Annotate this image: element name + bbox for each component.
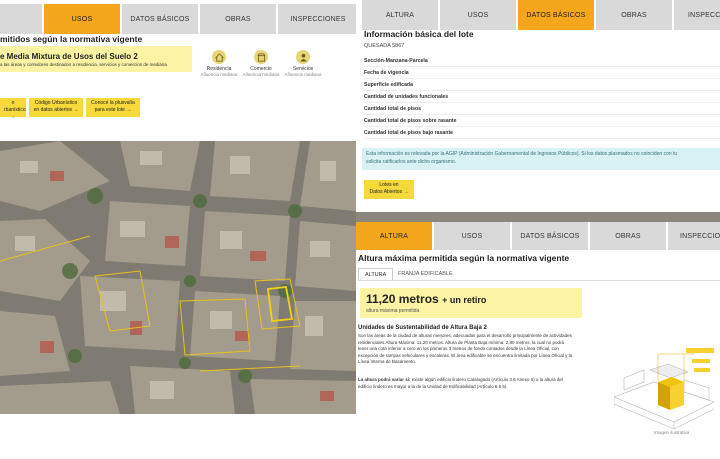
tab-inspecciones[interactable]: INSPECCIONES — [278, 4, 356, 34]
button-line: Datos Abiertos → — [369, 189, 409, 195]
lot-info-heading: Información básica del lote — [364, 29, 474, 39]
info-row-label: Fecha de vigencia — [364, 70, 409, 76]
info-row-label: Cantidad total de pisos bajo rasante — [364, 130, 454, 136]
info-row-superficie: Superficie edificada — [364, 80, 720, 91]
info-row-fecha: Fecha de vigencia — [364, 68, 720, 79]
illustration-caption: Imagen ilustrativa — [654, 430, 690, 435]
usab-line: Son las áreas de la ciudad de alturas me… — [358, 333, 572, 338]
usage-servicios: Servicios Afluencia mediana — [283, 50, 323, 77]
tab-datos-basicos[interactable]: DATOS BÁSICOS — [518, 0, 594, 30]
notice-line: solicita ratificarlos ante dicho organis… — [366, 159, 457, 165]
info-row-seccion: Sección-Manzana-Parcela — [364, 56, 720, 67]
map-strip — [356, 212, 720, 222]
info-row-pisos-bajo: Cantidad total de pisos bajo rasante — [364, 128, 720, 139]
info-row-label: Superficie edificada — [364, 82, 414, 88]
info-row-label: Cantidad de unidades funcionales — [364, 94, 449, 100]
aerial-map[interactable] — [0, 141, 356, 414]
note-line: La altura podrá variar si: existe algún … — [358, 377, 594, 384]
height-caption: altura máxima permitida — [366, 308, 420, 314]
tab-altura[interactable] — [0, 4, 42, 34]
height-heading: Altura máxima permitida según la normati… — [358, 253, 570, 263]
info-row-pisos: Cantidad total de pisos — [364, 104, 720, 115]
note-text: existe algún edificio lindero Catalogado… — [411, 377, 563, 382]
zone-box: e Media Mixtura de Usos del Suelo 2 a la… — [0, 46, 192, 72]
tab-obras[interactable]: OBRAS — [200, 4, 276, 34]
button-line: en datos abiertos → — [33, 107, 79, 113]
usab-line: Línea Interna de Basamento. — [358, 359, 417, 364]
usage-sublabel: Afluencia mediana — [200, 72, 238, 77]
tab-usos[interactable]: USOS — [434, 222, 510, 250]
button-line: Lotes en — [379, 182, 399, 188]
info-row-label: Sección-Manzana-Parcela — [364, 58, 428, 64]
info-row-unidades: Cantidad de unidades funcionales — [364, 92, 720, 103]
usab-title: Unidades de Sustentabilidad de Altura Ba… — [358, 325, 487, 331]
info-row-pisos-sobre: Cantidad total de pisos sobre rasante — [364, 116, 720, 127]
agip-notice: Esta información es relevada por la AGIP… — [362, 148, 720, 170]
left-panel: USOS DATOS BÁSICOS OBRAS INSPECCIONES mi… — [0, 0, 356, 459]
left-tabs: USOS DATOS BÁSICOS OBRAS INSPECCIONES — [0, 4, 356, 34]
height-variation-note: La altura podrá variar si: existe algún … — [358, 377, 594, 390]
building-illustration — [613, 342, 720, 432]
note-line: edificio lindero es mayor a la de la Uni… — [358, 383, 508, 389]
info-row-label: Cantidad total de pisos — [364, 106, 422, 112]
subtab-franja-edificable[interactable]: FRANJA EDIFICABLE — [392, 268, 459, 280]
tab-usos[interactable]: USOS — [440, 0, 516, 30]
height-suffix: + un retiro — [442, 295, 487, 305]
tab-obras[interactable]: OBRAS — [596, 0, 672, 30]
usab-description: Son las áreas de la ciudad de alturas me… — [358, 333, 594, 366]
usage-sublabel: Afluencia mediana — [242, 72, 280, 77]
right-top-panel: ALTURA USOS DATOS BÁSICOS OBRAS INSPECC I… — [358, 0, 720, 220]
right-bottom-panel: ALTURA USOS DATOS BÁSICOS OBRAS INSPECCI… — [356, 222, 720, 459]
usage-residencia: Residencia Afluencia mediana — [199, 50, 239, 77]
button-line: o — [11, 100, 15, 106]
usage-comercio: Comercio Afluencia mediana — [241, 50, 281, 77]
note-bold: La altura podrá variar si: — [358, 377, 411, 382]
lotes-datos-abiertos-button[interactable]: Lotes en Datos Abiertos → — [364, 180, 414, 199]
tab-altura[interactable]: ALTURA — [356, 222, 432, 250]
lot-address: QUESADA 5867 — [364, 43, 405, 49]
notice-line: Esta información es relevada por la AGIP… — [366, 151, 678, 157]
usage-sublabel: Afluencia mediana — [284, 72, 322, 77]
info-row-label: Cantidad total de pisos sobre rasante — [364, 118, 457, 124]
tab-obras[interactable]: OBRAS — [590, 222, 666, 250]
zone-title: e Media Mixtura de Usos del Suelo 2 — [0, 52, 138, 61]
aerial-map-image — [0, 141, 356, 414]
tab-datos-basicos[interactable]: DATOS BÁSICOS — [512, 222, 588, 250]
comercio-icon — [254, 50, 268, 64]
rtop-tabs: ALTURA USOS DATOS BÁSICOS OBRAS INSPECCI… — [362, 0, 720, 30]
button-line: rbanístico → — [4, 107, 26, 120]
codigo-urbanistico-button[interactable]: o rbanístico → — [0, 98, 26, 120]
button-line: para este lote → — [94, 107, 132, 113]
usab-line: tener una cota inferior a cero en los pr… — [358, 346, 559, 351]
height-box: 11,20 metros + un retiro altura máxima p… — [360, 288, 582, 318]
height-value-line: 11,20 metros + un retiro — [366, 292, 486, 306]
tab-usos[interactable]: USOS — [44, 4, 120, 34]
tab-datos-basicos[interactable]: DATOS BÁSICOS — [122, 4, 198, 34]
height-value: 11,20 metros — [366, 292, 439, 306]
residencia-icon — [212, 50, 226, 64]
button-line: Conocé la plusvalía — [91, 100, 135, 106]
plusvalia-button[interactable]: Conocé la plusvalía para este lote → — [86, 98, 140, 117]
datos-abiertos-button[interactable]: Código Urbanístico en datos abiertos → — [29, 98, 83, 117]
button-line: Código Urbanístico — [34, 100, 78, 106]
rbot-tabs: ALTURA USOS DATOS BÁSICOS OBRAS INSPECCI… — [356, 222, 720, 250]
tab-inspecciones[interactable]: INSPECCIO — [674, 0, 720, 30]
zone-description: a las áreas y corredores destinados a re… — [0, 62, 167, 67]
subtab-divider — [358, 280, 720, 281]
tab-inspecciones[interactable]: INSPECCIONE — [668, 222, 720, 250]
servicios-icon — [296, 50, 310, 64]
tab-altura[interactable]: ALTURA — [362, 0, 438, 30]
building-illustration-image — [613, 348, 715, 430]
section-heading: mitidos según la normativa vigente — [0, 34, 143, 44]
